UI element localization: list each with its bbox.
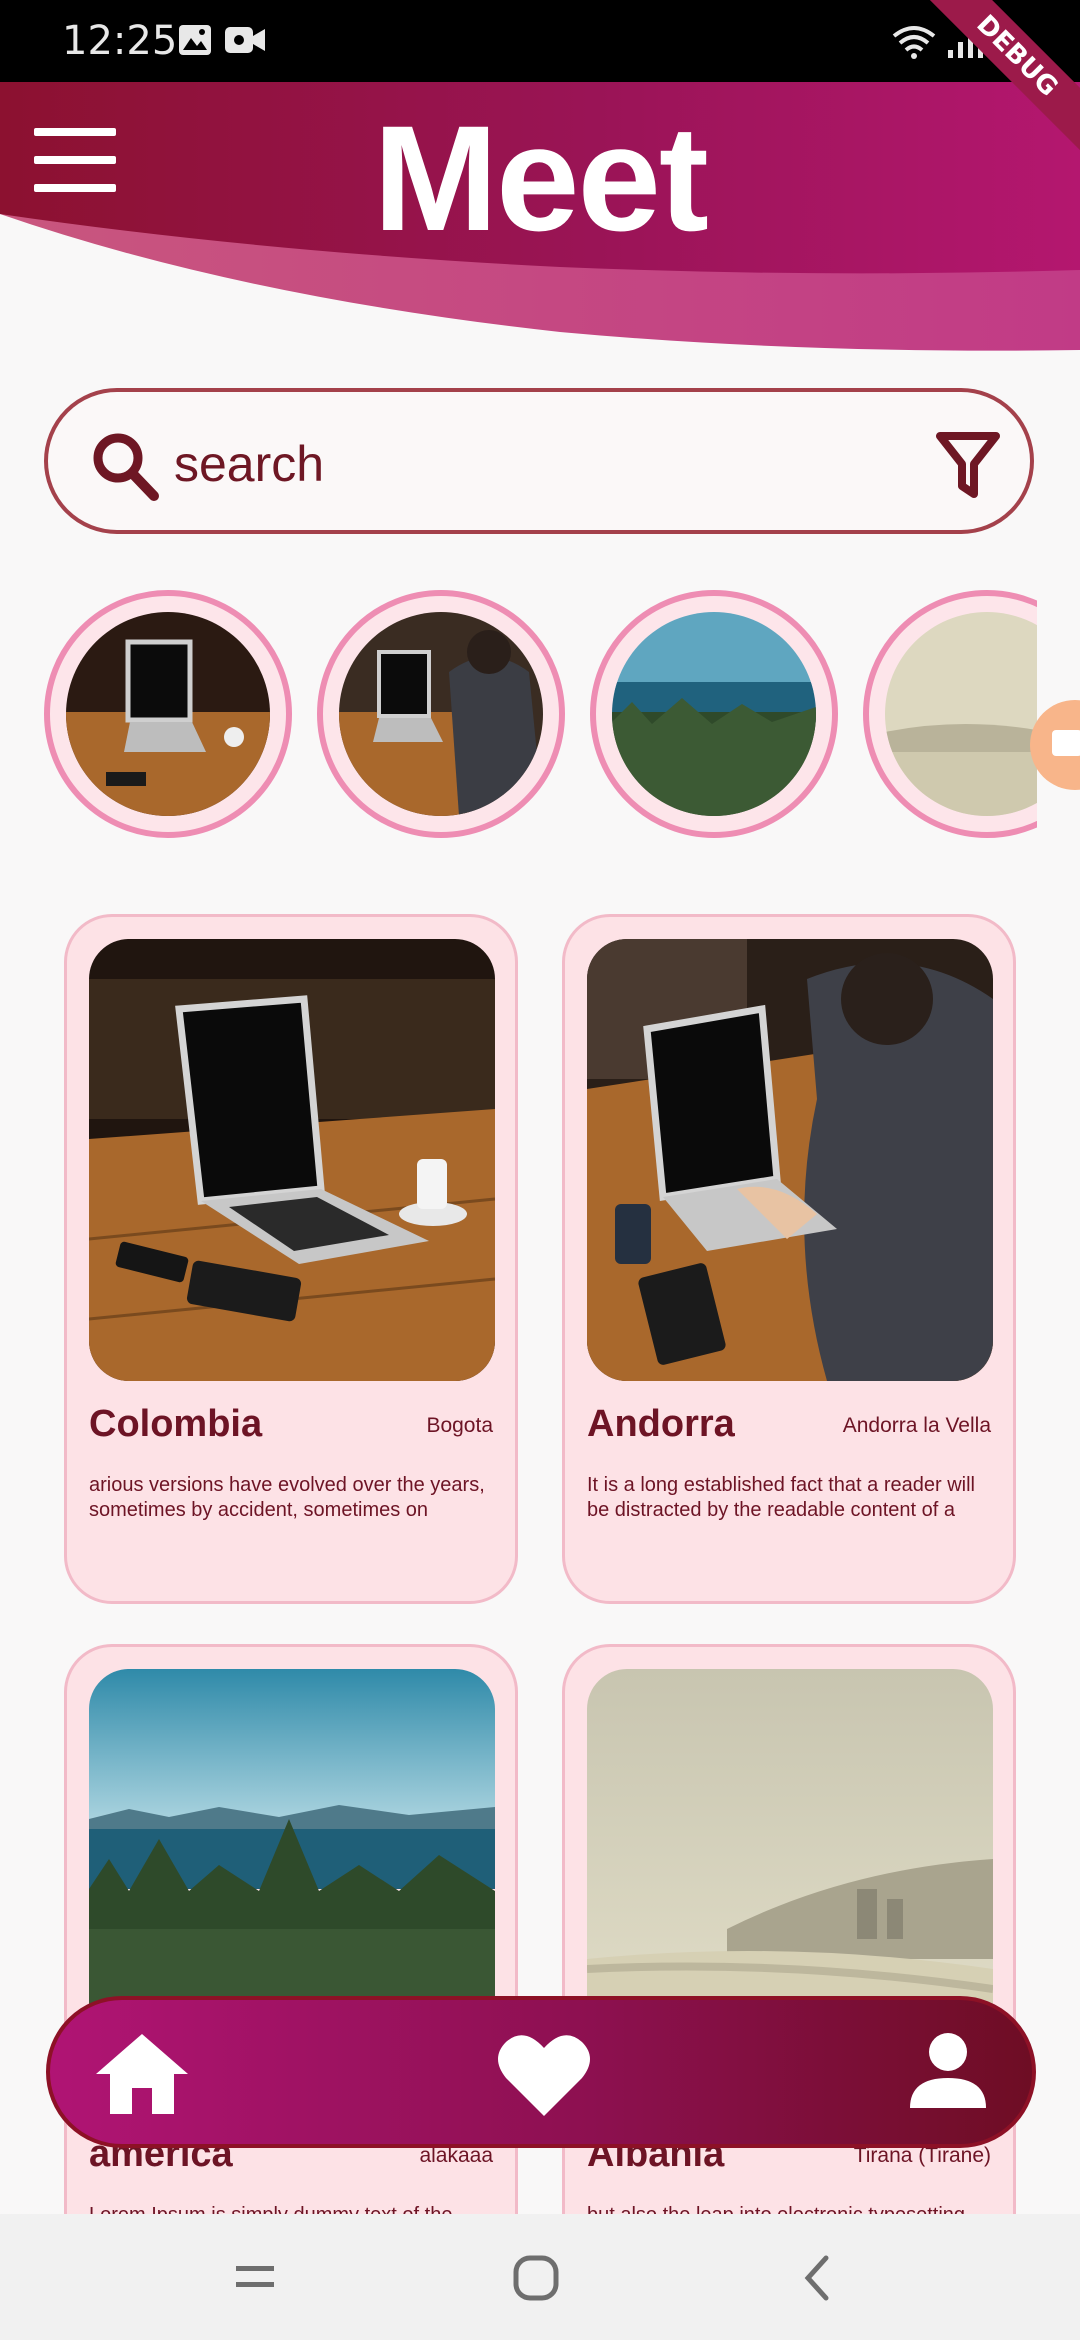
country-card[interactable]: Colombia Bogota arious versions have evo… [64, 914, 518, 1604]
card-description: arious versions have evolved over the ye… [89, 1474, 485, 1521]
card-capital: Andorra la Vella [842, 1414, 991, 1437]
story-avatar[interactable] [317, 590, 565, 838]
floating-camera-handle[interactable] [1030, 700, 1080, 790]
wifi-icon [892, 26, 936, 59]
status-bar: 12:25 [0, 0, 1080, 82]
story-image-man-laptop [339, 612, 543, 816]
card-title: Colombia [89, 1403, 263, 1445]
story-avatar[interactable] [44, 590, 292, 838]
card-title: Andorra [587, 1403, 735, 1445]
card-description: It is a long established fact that a rea… [587, 1474, 975, 1521]
search-bar[interactable] [44, 388, 1034, 534]
gallery-icon [179, 25, 211, 55]
card-image-man-laptop [587, 939, 993, 1381]
card-capital: Bogota [426, 1414, 493, 1437]
country-card[interactable]: Andorra Andorra la Vella It is a long es… [562, 914, 1016, 1604]
status-time: 12:25 [62, 18, 178, 64]
home-icon[interactable] [94, 2030, 190, 2116]
home-circle-icon[interactable] [512, 2254, 560, 2302]
video-camera-icon [225, 27, 265, 53]
system-navigation-bar [0, 2214, 1080, 2340]
story-avatar[interactable] [863, 590, 1037, 838]
bottom-navigation [46, 1996, 1036, 2148]
back-icon[interactable] [798, 2254, 838, 2302]
profile-icon[interactable] [908, 2030, 988, 2110]
story-avatar[interactable] [590, 590, 838, 838]
story-image-beach [885, 612, 1037, 816]
stories-row [0, 590, 1037, 850]
page-title: Meet [373, 94, 709, 262]
search-icon[interactable] [90, 430, 160, 502]
recents-icon[interactable] [232, 2254, 278, 2300]
heart-icon[interactable] [496, 2030, 592, 2120]
story-image-laptop [66, 612, 270, 816]
filter-icon[interactable] [936, 432, 1000, 498]
story-image-lake [612, 612, 816, 816]
search-input[interactable] [172, 428, 876, 500]
card-image-laptop [89, 939, 495, 1381]
